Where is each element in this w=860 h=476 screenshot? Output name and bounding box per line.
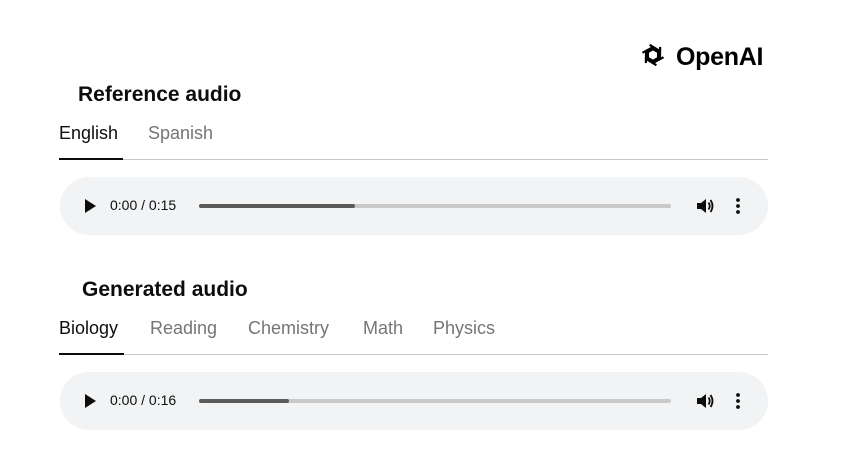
tab-biology[interactable]: Biology	[59, 318, 118, 339]
tab-spanish[interactable]: Spanish	[148, 123, 213, 144]
volume-icon[interactable]	[695, 196, 715, 216]
tab-chemistry[interactable]: Chemistry	[248, 318, 329, 339]
generated-audio-player: 0:00 / 0:16	[60, 372, 768, 430]
active-tab-indicator	[59, 158, 123, 160]
generated-tabs: Biology Reading Chemistry Math Physics	[59, 318, 768, 355]
tab-reading[interactable]: Reading	[150, 318, 217, 339]
time-display: 0:00 / 0:15	[110, 197, 177, 213]
more-options-icon[interactable]	[732, 391, 744, 411]
play-icon[interactable]	[82, 197, 98, 215]
openai-wordmark: OpenAI	[676, 43, 764, 71]
volume-icon[interactable]	[695, 391, 715, 411]
reference-tabs: English Spanish	[59, 123, 768, 160]
seek-bar-progress	[199, 399, 289, 403]
tab-math[interactable]: Math	[363, 318, 403, 339]
seek-bar[interactable]	[199, 399, 671, 403]
play-icon[interactable]	[82, 392, 98, 410]
reference-audio-heading: Reference audio	[78, 83, 242, 106]
reference-audio-player: 0:00 / 0:15	[60, 177, 768, 235]
seek-bar[interactable]	[199, 204, 671, 208]
time-display: 0:00 / 0:16	[110, 392, 177, 408]
active-tab-indicator	[59, 353, 124, 355]
openai-logo[interactable]: OpenAI	[636, 38, 763, 77]
tab-english[interactable]: English	[59, 123, 118, 144]
openai-logo-icon	[636, 38, 670, 77]
seek-bar-progress	[199, 204, 355, 208]
more-options-icon[interactable]	[732, 196, 744, 216]
tab-physics[interactable]: Physics	[433, 318, 495, 339]
generated-audio-heading: Generated audio	[82, 278, 248, 301]
